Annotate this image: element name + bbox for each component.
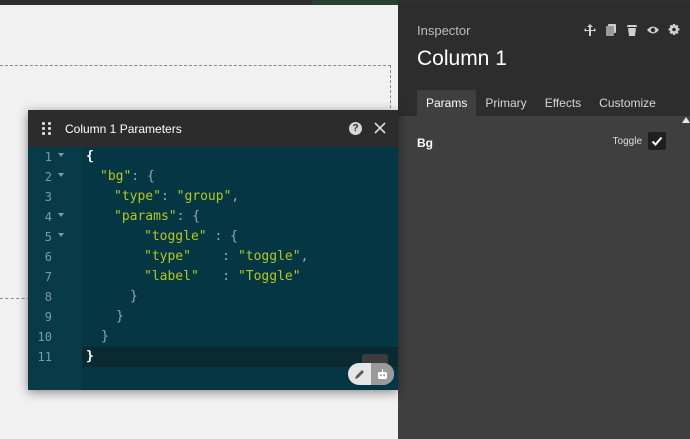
scroll-up-arrow-icon[interactable] <box>682 117 690 123</box>
code-line: "bg": { <box>100 169 155 184</box>
visibility-icon[interactable] <box>646 23 659 37</box>
line-number: 9 <box>44 310 52 324</box>
line-number: 10 <box>37 330 52 344</box>
parameters-dialog: Column 1 Parameters ? 1 2 3 4 5 6 7 8 9 … <box>28 110 398 390</box>
code-line: } <box>86 349 94 364</box>
line-number: 4 <box>28 207 82 227</box>
code-line: "label" : "Toggle" <box>144 269 301 284</box>
line-number-gutter: 1 2 3 4 5 6 7 8 9 10 11 <box>28 147 82 390</box>
code-line: "type": "group", <box>114 189 240 204</box>
inspector-toolbar <box>583 23 680 37</box>
duplicate-icon[interactable] <box>604 23 617 37</box>
code-line: "params": { <box>114 209 201 224</box>
ai-assistant-button[interactable] <box>371 363 394 385</box>
move-icon[interactable] <box>583 23 596 37</box>
line-number: 11 <box>37 350 52 364</box>
tab-primary[interactable]: Primary <box>476 90 535 116</box>
tab-params[interactable]: Params <box>417 90 477 116</box>
drag-handle-icon[interactable] <box>42 122 52 136</box>
dialog-title: Column 1 Parameters <box>65 122 182 136</box>
code-line: } <box>130 289 138 304</box>
line-number: 2 <box>28 167 82 187</box>
toggle-label: Toggle <box>612 136 642 147</box>
tab-customize[interactable]: Customize <box>590 90 665 116</box>
editor-action-buttons <box>348 363 394 385</box>
tab-effects[interactable]: Effects <box>536 90 590 116</box>
fold-arrow-icon[interactable] <box>58 153 64 157</box>
line-number: 1 <box>28 147 82 167</box>
code-line: "type" : "toggle", <box>144 249 309 264</box>
delete-icon[interactable] <box>625 23 638 37</box>
code-line: { <box>86 149 94 164</box>
code-line: "toggle" : { <box>144 229 238 244</box>
bg-field-label: Bg <box>417 136 433 150</box>
inspector-title: Inspector <box>417 23 471 38</box>
column-outline-bottom <box>0 298 30 299</box>
active-line-highlight <box>82 347 398 367</box>
inspector-tabs: Params Primary Effects Customize <box>417 90 665 116</box>
robot-icon <box>378 368 387 379</box>
close-icon[interactable] <box>373 121 387 135</box>
checkmark-icon <box>651 136 663 146</box>
panel-scrollbar[interactable] <box>682 116 690 439</box>
help-icon[interactable]: ? <box>349 122 362 135</box>
line-number: 8 <box>44 290 52 304</box>
line-number: 3 <box>44 190 52 204</box>
toggle-checkbox[interactable] <box>648 132 666 150</box>
fold-arrow-icon[interactable] <box>58 213 64 217</box>
element-heading: Column 1 <box>417 47 507 70</box>
code-editor[interactable]: 1 2 3 4 5 6 7 8 9 10 11 { "bg": { "type"… <box>28 147 398 390</box>
code-line: } <box>101 329 109 344</box>
code-line: } <box>116 309 124 324</box>
inspector-panel: Inspector Column 1 Params Primary Effect… <box>398 5 690 439</box>
pen-icon <box>354 369 364 380</box>
dialog-header[interactable]: Column 1 Parameters ? <box>28 110 398 147</box>
line-number: 6 <box>44 250 52 264</box>
edit-pen-button[interactable] <box>348 363 371 385</box>
line-number: 5 <box>28 227 82 247</box>
params-panel: Bg Toggle <box>398 116 690 439</box>
fold-arrow-icon[interactable] <box>58 173 64 177</box>
settings-icon[interactable] <box>667 23 680 37</box>
fold-arrow-icon[interactable] <box>58 233 64 237</box>
column-outline-top <box>0 65 391 66</box>
line-number: 7 <box>44 270 52 284</box>
